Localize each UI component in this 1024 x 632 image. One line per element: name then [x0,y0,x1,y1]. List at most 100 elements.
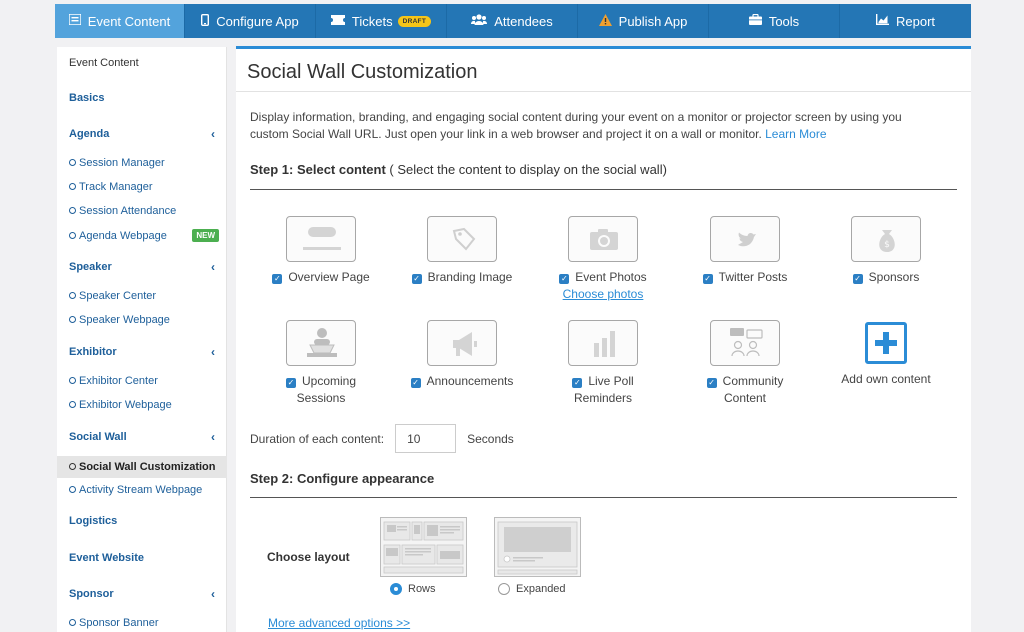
step1-heading: Step 1: Select content ( Select the cont… [250,162,667,177]
checkbox-checked[interactable]: ✓ [285,378,296,388]
sidebar-item-speaker-center[interactable]: Speaker Center [69,290,221,302]
content-option-sponsors[interactable]: $ ✓ Sponsors [821,216,951,286]
bar-chart-icon [568,320,638,366]
chevron-left-icon: ‹ [211,430,215,444]
sidebar-item-track-manager[interactable]: Track Manager [69,181,221,193]
new-badge: NEW [192,229,219,242]
layout-rows-option[interactable]: Rows [390,583,436,595]
content-option-twitter[interactable]: ✓ Twitter Posts [680,216,810,286]
sidebar-section-social-wall[interactable]: Social Wall ‹ [69,430,219,444]
content-option-photos[interactable]: ✓ Event Photos Choose photos [538,216,668,301]
sidebar-item-sponsor-banner[interactable]: Sponsor Banner [69,617,221,629]
sidebar-section-exhibitor[interactable]: Exhibitor ‹ [69,345,219,359]
sidebar-item-social-wall-customization[interactable]: Social Wall Customization [57,456,227,478]
tab-label: Tickets [351,13,393,29]
content-option-community[interactable]: ✓ Community Content [680,320,810,407]
svg-text:$: $ [884,240,890,250]
checkbox-checked[interactable]: ✓ [572,378,583,388]
twitter-icon [710,216,780,262]
money-bag-icon: $ [851,216,921,262]
page-title: Social Wall Customization [247,61,478,83]
choose-photos-link[interactable]: Choose photos [538,287,668,301]
tab-label: Report [895,13,936,29]
circle-icon [69,463,76,470]
sidebar: Event Content Basics Agenda ‹ Session Man… [57,47,227,632]
radio-unselected[interactable] [498,583,510,595]
sidebar-item-exhibitor-center[interactable]: Exhibitor Center [69,375,221,387]
add-own-content-button[interactable]: Add own content [821,320,951,388]
checkbox-checked[interactable]: ✓ [272,274,283,284]
sidebar-section-agenda[interactable]: Agenda ‹ [69,127,219,141]
tab-attendees[interactable]: Attendees [447,4,578,38]
content-option-live-poll[interactable]: ✓ Live Poll Reminders [538,320,668,407]
sidebar-item-activity-stream-webpage[interactable]: Activity Stream Webpage [69,484,221,496]
checkbox-checked[interactable]: ✓ [706,378,717,388]
circle-icon [69,292,76,299]
circle-icon [69,183,76,190]
sidebar-section-event-website[interactable]: Event Website [69,552,219,564]
tab-label: Configure App [216,13,299,29]
divider [250,189,957,190]
sidebar-section-logistics[interactable]: Logistics [69,515,219,527]
chevron-left-icon: ‹ [211,260,215,274]
speaker-podium-icon [286,320,356,366]
checkbox-checked[interactable]: ✓ [852,274,863,284]
divider [250,497,957,498]
tab-event-content[interactable]: Event Content [55,4,185,38]
circle-icon [69,619,76,626]
content-icon [68,13,82,28]
content-option-overview[interactable]: ✓ Overview Page [256,216,386,286]
content-option-branding[interactable]: ✓ Branding Image [397,216,527,286]
duration-input[interactable] [395,424,457,453]
sidebar-title: Event Content [69,57,139,69]
content-option-upcoming-sessions[interactable]: ✓ Upcoming Sessions [256,320,386,407]
layout-rows-thumbnail[interactable] [380,517,467,577]
checkbox-checked[interactable]: ✓ [411,274,422,284]
tab-tickets[interactable]: Tickets DRAFT [316,4,447,38]
tab-label: Event Content [87,13,171,29]
circle-icon [69,207,76,214]
sidebar-item-session-attendance[interactable]: Session Attendance [69,205,221,217]
sidebar-item-session-manager[interactable]: Session Manager [69,157,221,169]
tab-tools[interactable]: Tools [709,4,840,38]
tab-publish-app[interactable]: Publish App [578,4,709,38]
sidebar-section-basics[interactable]: Basics [69,92,219,104]
top-nav: Event Content Configure App Tickets DRAF… [55,4,971,38]
content-option-announcements[interactable]: ✓ Announcements [397,320,527,390]
community-chat-icon [710,320,780,366]
megaphone-icon [427,320,497,366]
tab-configure-app[interactable]: Configure App [185,4,316,38]
sidebar-section-speaker[interactable]: Speaker ‹ [69,260,219,274]
circle-icon [69,159,76,166]
camera-icon [568,216,638,262]
tab-label: Attendees [494,13,553,29]
users-icon [471,14,488,28]
checkbox-checked[interactable]: ✓ [559,274,570,284]
phone-icon [201,13,210,29]
sidebar-item-exhibitor-webpage[interactable]: Exhibitor Webpage [69,399,221,411]
duration-row: Duration of each content: Seconds [250,424,514,453]
tab-report[interactable]: Report [840,4,971,38]
learn-more-link[interactable]: Learn More [765,127,826,141]
circle-icon [69,377,76,384]
layout-expanded-thumbnail[interactable] [494,517,581,577]
sidebar-section-sponsor[interactable]: Sponsor ‹ [69,587,219,601]
tag-icon [427,216,497,262]
radio-selected[interactable] [390,583,402,595]
page-description: Display information, branding, and engag… [250,110,902,141]
checkbox-checked[interactable]: ✓ [410,378,421,388]
circle-icon [69,316,76,323]
divider [236,91,971,92]
layout-expanded-option[interactable]: Expanded [498,583,566,595]
chart-icon [875,14,889,28]
choose-layout-label: Choose layout [267,550,350,564]
sidebar-item-speaker-webpage[interactable]: Speaker Webpage [69,314,221,326]
plus-icon [865,322,907,364]
briefcase-icon [748,13,762,28]
more-advanced-options-link[interactable]: More advanced options >> [268,616,410,630]
checkbox-checked[interactable]: ✓ [702,274,713,284]
chevron-left-icon: ‹ [211,127,215,141]
sidebar-item-agenda-webpage[interactable]: Agenda Webpage NEW [69,229,221,242]
duration-unit: Seconds [467,431,514,446]
chevron-left-icon: ‹ [211,345,215,359]
